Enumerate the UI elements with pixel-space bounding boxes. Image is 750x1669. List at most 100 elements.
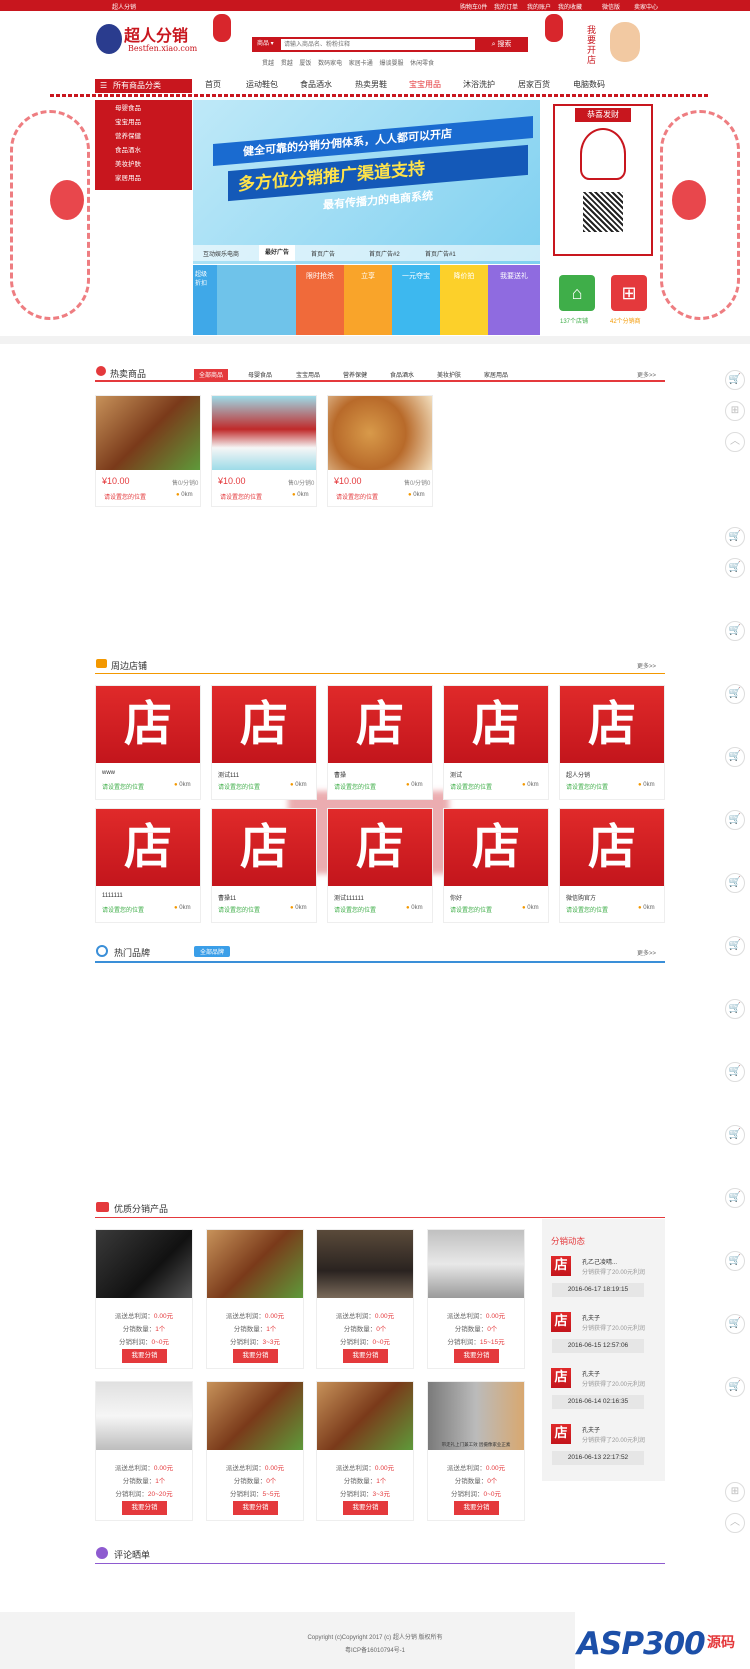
shop-name[interactable]: 测试 [450, 770, 462, 779]
category-item[interactable]: 母婴食品 [95, 102, 192, 116]
dist-product-image[interactable] [317, 1230, 413, 1298]
product-card[interactable]: ¥10.00 售0/分销0 请设置您的位置 ● 0km [327, 395, 433, 507]
category-item[interactable]: 食品酒水 [95, 144, 192, 158]
shop-card[interactable]: 店微信购官方 请设置您的位置 ● 0km [559, 808, 665, 923]
shop-home-icon[interactable]: ⌂ [559, 275, 595, 311]
shop-image[interactable]: 店 [96, 686, 200, 763]
product-location[interactable]: 请设置您的位置 [104, 492, 146, 501]
nav-item-sports[interactable]: 运动鞋包 [246, 79, 278, 90]
promo-tile-illustration[interactable] [217, 265, 296, 335]
hot-tab[interactable]: 营养保健 [343, 370, 367, 379]
shop-image[interactable]: 店 [560, 686, 664, 763]
search-input[interactable] [284, 39, 469, 50]
nav-item-digital[interactable]: 电脑数码 [573, 79, 605, 90]
side-cart-icon[interactable]: 🛒 [725, 1188, 745, 1208]
dist-product-image[interactable] [428, 1230, 524, 1298]
shop-card[interactable]: 店超人分销 请设置您的位置 ● 0km [559, 685, 665, 800]
shop-name[interactable]: www [102, 770, 115, 776]
side-cart-icon[interactable]: 🛒 [725, 1125, 745, 1145]
hot-more-link[interactable]: 更多>> [637, 370, 656, 379]
promo-tile[interactable]: 一元夺宝 [392, 265, 440, 335]
shop-location[interactable]: 请设置您的位置 [218, 782, 260, 791]
product-image[interactable] [212, 396, 316, 470]
distribute-button[interactable]: 我要分销 [454, 1501, 499, 1515]
shop-image[interactable]: 店 [328, 686, 432, 763]
shop-location[interactable]: 请设置您的位置 [334, 782, 376, 791]
shop-image[interactable]: 店 [212, 686, 316, 763]
brands-more-link[interactable]: 更多>> [637, 948, 656, 957]
hot-tab[interactable]: 美妆护肤 [437, 370, 461, 379]
shop-location[interactable]: 请设置您的位置 [566, 905, 608, 914]
shop-image[interactable]: 店 [96, 809, 200, 886]
shop-name[interactable]: 曹操 [334, 770, 346, 779]
shop-image[interactable]: 店 [560, 809, 664, 886]
distribute-button[interactable]: 我要分销 [122, 1501, 167, 1515]
shop-name[interactable]: 你好 [450, 893, 462, 902]
shop-card[interactable]: 店 www 请设置您的位置 ● 0km [95, 685, 201, 800]
dist-product-card[interactable]: 派送总利润：0.00元 分销数量：1个 分销利润：20~20元 我要分销 [95, 1381, 193, 1521]
product-card[interactable]: ¥10.00 售0/分销0 请设置您的位置 ● 0km [95, 395, 201, 507]
dist-product-image[interactable] [428, 1382, 524, 1450]
shop-name[interactable]: 测试111111 [334, 893, 364, 902]
distribute-button[interactable]: 我要分销 [233, 1501, 278, 1515]
dist-product-image[interactable] [96, 1382, 192, 1450]
distribute-button[interactable]: 我要分销 [122, 1349, 167, 1363]
side-cart-icon[interactable]: 🛒 [725, 558, 745, 578]
top-site-link[interactable]: 超人分销 [112, 2, 136, 11]
shop-name[interactable]: 测试111 [218, 770, 239, 779]
shop-location[interactable]: 请设置您的位置 [450, 782, 492, 791]
hot-tab-all[interactable]: 全部商品 [194, 369, 229, 380]
my-orders-link[interactable]: 我的订单 [494, 2, 518, 11]
shop-name[interactable]: 超人分销 [566, 770, 590, 779]
side-cart-icon[interactable]: 🛒 [725, 527, 745, 547]
shop-location[interactable]: 请设置您的位置 [450, 905, 492, 914]
promo-tile[interactable]: 立享 [344, 265, 392, 335]
product-location[interactable]: 请设置您的位置 [220, 492, 262, 501]
distribute-button[interactable]: 我要分销 [454, 1349, 499, 1363]
product-location[interactable]: 请设置您的位置 [336, 492, 378, 501]
promo-tile[interactable]: 降价拍 [440, 265, 488, 335]
side-cart-icon[interactable]: 🛒 [725, 1251, 745, 1271]
distribute-button[interactable]: 我要分销 [343, 1501, 388, 1515]
distribute-button[interactable]: 我要分销 [343, 1349, 388, 1363]
hot-tab[interactable]: 家居用品 [484, 370, 508, 379]
hot-tab[interactable]: 宝宝用品 [296, 370, 320, 379]
shop-location[interactable]: 请设置您的位置 [102, 905, 144, 914]
side-cart-icon[interactable]: 🛒 [725, 999, 745, 1019]
product-image[interactable] [328, 396, 432, 470]
nav-item-home[interactable]: 首页 [205, 79, 221, 90]
category-item[interactable]: 美妆护肤 [95, 158, 192, 172]
brands-tab-all[interactable]: 全部品牌 [194, 946, 231, 957]
shop-card[interactable]: 店曹操11 请设置您的位置 ● 0km [211, 808, 317, 923]
side-qr-icon[interactable]: ⊞ [725, 401, 745, 421]
shop-location[interactable]: 请设置您的位置 [218, 905, 260, 914]
hot-tab[interactable]: 食品酒水 [390, 370, 414, 379]
shop-card[interactable]: 店测试111 请设置您的位置 ● 0km [211, 685, 317, 800]
hot-tab[interactable]: 母婴食品 [248, 370, 272, 379]
side-cart-icon[interactable]: 🛒 [725, 684, 745, 704]
category-item[interactable]: 宝宝用品 [95, 116, 192, 130]
dist-product-card[interactable]: 派送总利润：0.00元 分销数量：0个 分销利润：15~15元 我要分销 [427, 1229, 525, 1369]
shop-card[interactable]: 店你好 请设置您的位置 ● 0km [443, 808, 549, 923]
hotword[interactable]: 贯越 [262, 61, 274, 67]
logo-name[interactable]: 超人分销 [124, 22, 188, 46]
dist-product-card[interactable]: 派送总利润：0.00元 分销数量：0个 分销利润：5~5元 我要分销 [206, 1381, 304, 1521]
promo-tile[interactable]: 超级 折扣 [193, 265, 217, 335]
hero-tab[interactable]: 首页广告 [311, 249, 335, 258]
nav-item-baby[interactable]: 宝宝用品 [409, 79, 441, 90]
shop-image[interactable]: 店 [212, 809, 316, 886]
side-cart-icon[interactable]: 🛒 [725, 1062, 745, 1082]
hotword[interactable]: 爆谈婴服 [379, 61, 403, 67]
shop-card[interactable]: 店 1111111 请设置您的位置 ● 0km [95, 808, 201, 923]
shop-name[interactable]: 曹操11 [218, 893, 236, 902]
all-categories-button[interactable]: ☰ 所有商品分类 [95, 79, 192, 93]
dist-product-image[interactable] [207, 1382, 303, 1450]
side-cart-icon[interactable]: 🛒 [725, 747, 745, 767]
shop-name[interactable]: 微信购官方 [566, 893, 596, 902]
side-cart-icon[interactable]: 🛒 [725, 1314, 745, 1334]
shop-image[interactable]: 店 [444, 809, 548, 886]
dist-product-image[interactable] [207, 1230, 303, 1298]
shop-card[interactable]: 店测试111111 请设置您的位置 ● 0km [327, 808, 433, 923]
hero-tab[interactable]: 互动娱乐电商 [203, 249, 239, 258]
promo-tile[interactable]: 我要送礼 [488, 265, 540, 335]
